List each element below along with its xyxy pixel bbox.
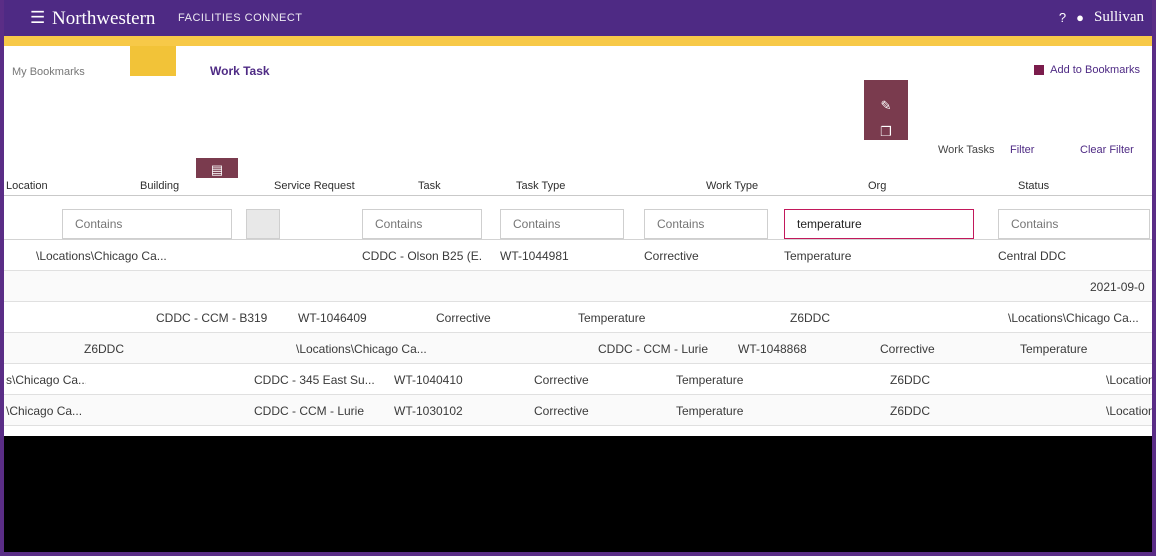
cell-type: Corrective (880, 342, 935, 356)
filter-input-org[interactable] (998, 209, 1150, 239)
cell-location: \Locations\Chicago Ca... (36, 249, 167, 263)
cell-org: Z6DDC (890, 373, 931, 387)
cell-task[interactable]: WT-1046409 (298, 311, 388, 325)
accent-bar (0, 36, 1156, 46)
tab-my-bookmarks[interactable]: My Bookmarks (12, 66, 85, 78)
filter-input-task[interactable] (362, 209, 482, 239)
filter-input-task-type[interactable] (500, 209, 624, 239)
unrendered-area (0, 436, 1156, 556)
cell-org: Central DDC (998, 249, 1067, 263)
cell-work: Temperature (784, 249, 852, 263)
cell-task[interactable]: WT-1044981 (500, 249, 590, 263)
cell-work: Temperature (676, 404, 744, 418)
hamburger-icon[interactable]: ☰ (30, 9, 45, 26)
cell-type: Corrective (534, 373, 589, 387)
filter-spacer (246, 209, 280, 239)
grid-rows: \Locations\Chicago Ca... CDDC - Olson B2… (0, 240, 1156, 426)
work-task-grid: Location Building Service Request Task T… (0, 178, 1156, 436)
cell-task[interactable]: WT-1030102 (394, 404, 484, 418)
edit-icon[interactable]: ✎ (878, 98, 894, 114)
document-icon: ▤ (210, 162, 224, 177)
filter-row (0, 200, 1156, 240)
filter-link[interactable]: Filter (1010, 144, 1034, 156)
cell-location: \Locations\Chicago Ca... (1008, 311, 1139, 325)
table-row[interactable]: CDDC - CCM - B319 WT-1046409 Corrective … (0, 302, 1156, 333)
table-row[interactable]: \Locations\Chicago Ca... CDDC - Olson B2… (0, 240, 1156, 271)
cell-task[interactable]: WT-1048868 (738, 342, 828, 356)
active-tab-indicator (130, 46, 176, 76)
cell-type: Corrective (534, 404, 589, 418)
column-header-task-type[interactable]: Task Type (516, 180, 626, 192)
cell-org: Z6DDC (84, 342, 125, 356)
question-icon[interactable]: ? (1059, 10, 1066, 25)
table-row[interactable]: Z6DDC \Locations\Chicago Ca... CDDC - CC… (0, 333, 1156, 364)
filter-input-description[interactable] (784, 209, 974, 239)
column-header-work-type[interactable]: Work Type (706, 180, 806, 192)
cell-org: Z6DDC (790, 311, 831, 325)
cell-building: CDDC - Olson B25 (E... (362, 249, 482, 263)
cell-location: \Chicago Ca... (6, 404, 83, 418)
cell-location-2: \Location (1106, 373, 1152, 387)
cell-work: Temperature (1020, 342, 1088, 356)
bookmark-icon (1034, 65, 1045, 75)
column-headers: Location Building Service Request Task T… (0, 178, 1156, 196)
grid-toolbar: Work Tasks Filter Clear Filter (0, 140, 1156, 162)
cell-work: Temperature (676, 373, 744, 387)
add-bookmark-label: Add to Bookmarks (1050, 64, 1140, 76)
cell-task[interactable]: WT-1040410 (394, 373, 484, 387)
table-row[interactable]: s\Chicago Ca... CDDC - 345 East Su... WT… (0, 364, 1156, 395)
user-name[interactable]: Sullivan (1094, 9, 1144, 26)
add-bookmark-button[interactable]: Add to Bookmarks (1034, 64, 1140, 76)
header-actions: ? ● Sullivan (1059, 9, 1144, 26)
cell-location-2: \Location (1106, 404, 1152, 418)
person-icon[interactable]: ● (1076, 10, 1084, 25)
copy-icon[interactable]: ❐ (878, 124, 894, 140)
window-frame-bottom (0, 552, 1156, 556)
column-header-org[interactable]: Org (868, 180, 968, 192)
tab-work-task[interactable]: Work Task (210, 64, 270, 78)
brand-subtitle: Facilities Connect (178, 12, 303, 24)
cell-building: CDDC - CCM - Lurie (598, 342, 709, 356)
brand-name: Northwestern (52, 8, 156, 29)
cell-location: \Locations\Chicago Ca... (296, 342, 427, 356)
app-header: ☰ Northwestern Facilities Connect ? ● Su… (0, 0, 1156, 36)
cell-building: CDDC - CCM - Lurie (254, 404, 365, 418)
action-panel: ✎ ❐ (864, 80, 908, 146)
clear-filter-link[interactable]: Clear Filter (1080, 144, 1134, 156)
filter-input-building[interactable] (62, 209, 232, 239)
cell-location: s\Chicago Ca... (6, 373, 86, 387)
column-header-task[interactable]: Task (418, 180, 508, 192)
filter-input-work-type[interactable] (644, 209, 768, 239)
column-header-service-request[interactable]: Service Request (274, 180, 394, 192)
cell-type: Corrective (644, 249, 699, 263)
work-tasks-label: Work Tasks (938, 144, 995, 156)
window-frame-right (1152, 0, 1156, 556)
window-frame-left (0, 0, 4, 556)
column-header-location[interactable]: Location (6, 180, 136, 192)
table-row[interactable]: \Chicago Ca... CDDC - CCM - Lurie WT-103… (0, 395, 1156, 426)
column-header-building[interactable]: Building (140, 180, 260, 192)
column-header-status[interactable]: Status (1018, 180, 1148, 192)
cell-org: Z6DDC (890, 404, 931, 418)
table-row[interactable]: 2021-09-0 (0, 271, 1156, 302)
cell-building: CDDC - 345 East Su... (254, 373, 375, 387)
cell-date: 2021-09-0 (1090, 280, 1145, 294)
cell-work: Temperature (578, 311, 646, 325)
cell-type: Corrective (436, 311, 491, 325)
cell-building: CDDC - CCM - B319 (156, 311, 268, 325)
